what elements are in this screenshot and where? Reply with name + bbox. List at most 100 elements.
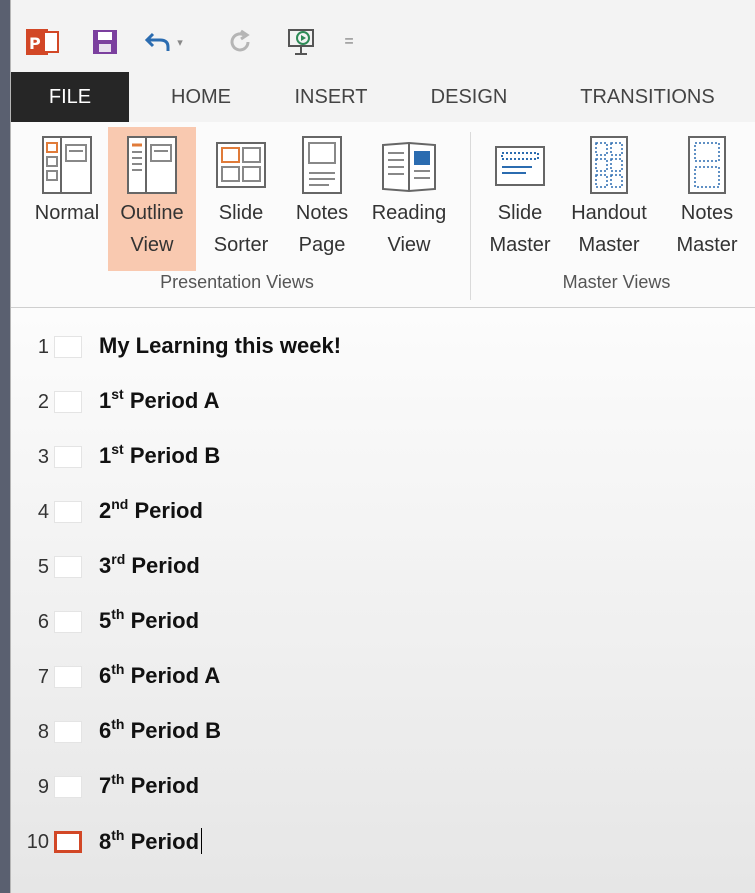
slide-title-superscript: th xyxy=(111,827,125,843)
slide-title-superscript: st xyxy=(111,386,124,402)
outline-slide-row[interactable]: 10 8th Period xyxy=(11,823,755,863)
slide-number: 10 xyxy=(26,831,49,853)
slide-title-text: Period xyxy=(128,498,203,523)
slide-title[interactable]: 5th Period xyxy=(99,607,199,634)
slide-icon[interactable] xyxy=(54,721,82,743)
slide-number: 8 xyxy=(37,721,49,743)
slide-number: 1 xyxy=(37,336,49,358)
slide-icon[interactable] xyxy=(54,611,82,633)
slide-sorter-label-1: Slide xyxy=(218,202,264,224)
slide-title-text: 2 xyxy=(99,498,112,523)
undo-icon[interactable] xyxy=(143,24,173,60)
outline-slide-row[interactable]: 8 6th Period B xyxy=(11,713,755,753)
customize-qat-icon[interactable]: = xyxy=(339,24,359,60)
ribbon-view: Normal Outline View Slide Sorter Notes P… xyxy=(11,122,755,308)
outline-slide-row[interactable]: 1 My Learning this week! xyxy=(11,328,755,368)
outline-slide-row[interactable]: 5 3rd Period xyxy=(11,548,755,588)
reading-view-icon xyxy=(382,141,436,193)
normal-view-button[interactable]: Normal xyxy=(20,127,114,271)
redo-icon[interactable] xyxy=(225,24,255,60)
master-views-group-label: Master Views xyxy=(562,272,671,292)
notes-page-icon xyxy=(302,136,342,194)
handout-master-label-2: Master xyxy=(578,234,640,256)
slide-title[interactable]: 6th Period B xyxy=(99,716,222,744)
slide-master-button[interactable]: Slide Master xyxy=(483,127,557,271)
slide-icon[interactable] xyxy=(54,391,82,413)
outline-slide-row[interactable]: 9 7th Period xyxy=(11,768,755,808)
slide-title-superscript: th xyxy=(111,771,125,787)
tab-home[interactable]: HOME xyxy=(151,72,251,122)
slide-master-label-2: Master xyxy=(489,234,551,256)
slide-title-text: Period B xyxy=(123,443,221,468)
slide-title-text: 5 xyxy=(99,608,112,633)
tab-design[interactable]: DESIGN xyxy=(409,72,529,122)
presentation-views-group-label: Presentation Views xyxy=(160,272,314,292)
reading-view-label-1: Reading xyxy=(371,202,447,224)
handout-master-label-1: Handout xyxy=(571,202,647,224)
tab-file[interactable]: FILE xyxy=(11,72,129,122)
slide-number: 2 xyxy=(37,391,49,413)
handout-master-button[interactable]: Handout Master xyxy=(563,127,655,271)
outline-view-icon xyxy=(127,136,177,194)
slide-icon[interactable] xyxy=(54,501,82,523)
start-presentation-icon[interactable] xyxy=(285,24,319,60)
outline-slide-row[interactable]: 2 1st Period A xyxy=(11,383,755,423)
slide-icon[interactable] xyxy=(54,831,82,853)
notes-page-button[interactable]: Notes Page xyxy=(287,127,357,271)
powerpoint-window: P ▾ = FILE HOME INSERT DESIGN TRANSITION… xyxy=(10,0,755,893)
slide-title[interactable]: 7th Period xyxy=(99,771,199,799)
slide-title-text: 1 xyxy=(99,388,112,413)
powerpoint-logo-icon[interactable]: P xyxy=(25,24,61,60)
slide-title-text: My Learning this week! xyxy=(99,333,342,358)
slide-icon[interactable] xyxy=(54,776,82,798)
slide-title[interactable]: 1st Period B xyxy=(99,441,221,469)
notes-page-label-1: Notes xyxy=(295,202,349,224)
slide-title-text: 1 xyxy=(99,443,112,468)
slide-title[interactable]: My Learning this week! xyxy=(99,333,341,359)
notes-master-icon xyxy=(688,136,726,194)
slide-title[interactable]: 3rd Period xyxy=(99,551,200,579)
outline-slide-row[interactable]: 3 1st Period B xyxy=(11,438,755,478)
slide-icon[interactable] xyxy=(54,666,82,688)
slide-title-text: 6 xyxy=(99,663,112,688)
outline-slide-row[interactable]: 6 5th Period xyxy=(11,603,755,643)
slide-title[interactable]: 1st Period A xyxy=(99,386,219,414)
outline-view-button[interactable]: Outline View xyxy=(108,127,196,271)
normal-view-icon xyxy=(42,136,92,194)
slide-title-superscript: nd xyxy=(111,496,129,512)
slide-sorter-label-2: Sorter xyxy=(213,234,269,256)
slide-icon[interactable] xyxy=(54,336,82,358)
slide-sorter-button[interactable]: Slide Sorter xyxy=(202,127,280,271)
slide-title-text: Period A xyxy=(124,663,221,688)
notes-page-label-2: Page xyxy=(298,234,346,256)
tab-insert[interactable]: INSERT xyxy=(276,72,386,122)
outline-slide-row[interactable]: 7 6th Period A xyxy=(11,658,755,698)
handout-master-icon xyxy=(590,136,628,194)
slide-number: 3 xyxy=(37,446,49,468)
slide-title[interactable]: 6th Period A xyxy=(99,662,221,689)
notes-master-label-1: Notes xyxy=(680,202,734,224)
slide-icon[interactable] xyxy=(54,556,82,578)
text-cursor xyxy=(201,828,203,854)
outline-view-label-1: Outline xyxy=(120,202,184,224)
slide-number: 6 xyxy=(37,611,49,633)
slide-number: 7 xyxy=(37,666,49,688)
notes-master-button[interactable]: Notes Master xyxy=(667,127,747,271)
slide-title[interactable]: 2nd Period xyxy=(99,496,203,524)
slide-title-text: Period B xyxy=(124,718,222,743)
slide-title-superscript: st xyxy=(111,441,124,457)
slide-title-superscript: th xyxy=(111,716,125,732)
undo-dropdown-icon[interactable]: ▾ xyxy=(173,24,187,60)
slide-title[interactable]: 8th Period xyxy=(99,827,203,855)
outline-slide-row[interactable]: 4 2nd Period xyxy=(11,493,755,533)
slide-title-superscript: rd xyxy=(111,551,126,567)
reading-view-button[interactable]: Reading View xyxy=(363,127,455,271)
outline-pane[interactable]: 1 My Learning this week! 2 1st Period A 3 1st… xyxy=(11,308,755,893)
slide-title-text: 7 xyxy=(99,773,112,798)
slide-master-label-1: Slide xyxy=(497,202,543,224)
slide-number: 9 xyxy=(37,776,49,798)
tab-transitions[interactable]: TRANSITIONS xyxy=(555,72,740,122)
quick-access-toolbar: P ▾ = xyxy=(11,0,755,72)
slide-icon[interactable] xyxy=(54,446,82,468)
save-icon[interactable] xyxy=(89,24,121,60)
